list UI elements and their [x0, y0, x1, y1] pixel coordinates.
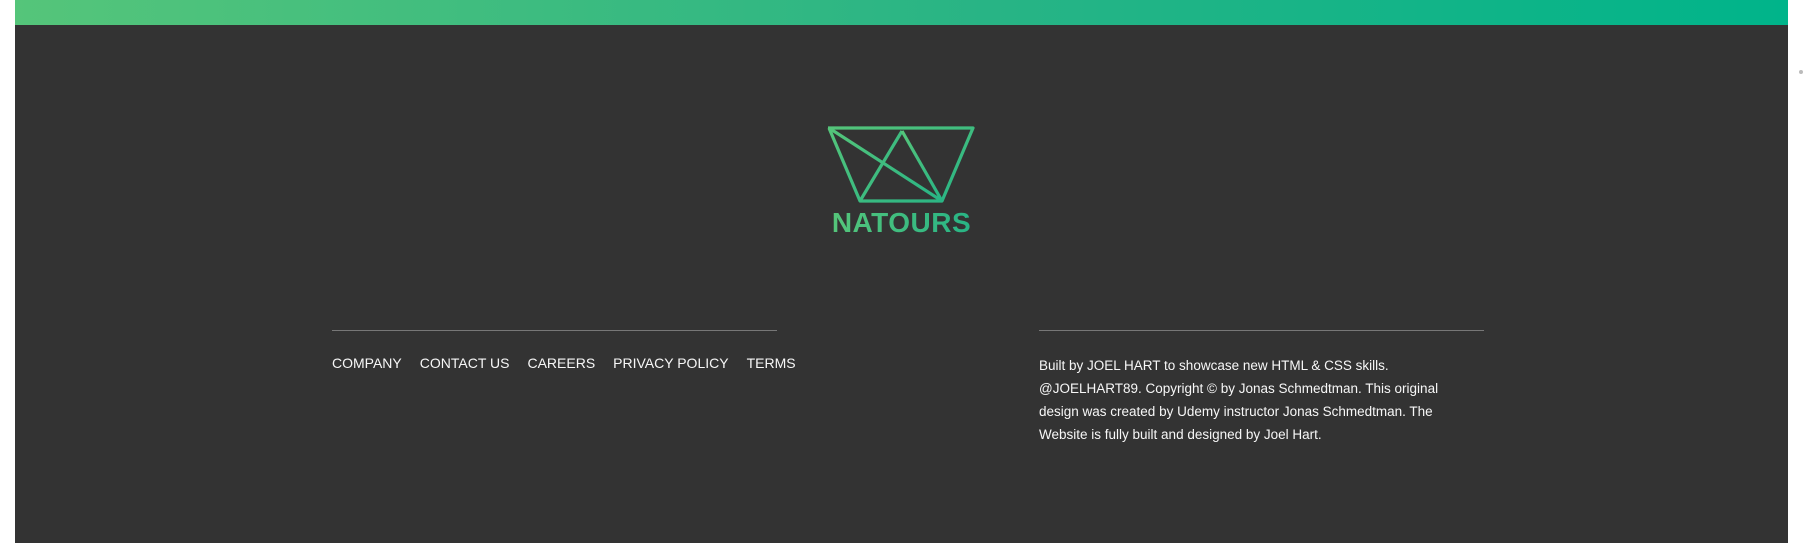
scrollbar-indicator — [1799, 70, 1803, 74]
nav-item-privacy-policy: PRIVACY POLICY — [613, 355, 728, 373]
crown-icon — [827, 126, 975, 203]
nav-item-company: COMPANY — [332, 355, 402, 373]
footer-logo: NATOURS — [15, 125, 1788, 239]
nav-list: COMPANY CONTACT US CAREERS PRIVACY POLIC… — [332, 331, 796, 373]
footer-navigation: COMPANY CONTACT US CAREERS PRIVACY POLIC… — [332, 330, 796, 373]
brand-name: NATOURS — [831, 207, 972, 238]
copyright-text: Built by JOEL HART to showcase new HTML … — [1039, 358, 1439, 442]
nav-item-contact-us: CONTACT US — [420, 355, 510, 373]
nav-link-company[interactable]: COMPANY — [332, 355, 402, 371]
nav-link-privacy-policy[interactable]: PRIVACY POLICY — [613, 355, 728, 371]
nav-item-careers: CAREERS — [527, 355, 595, 373]
footer: NATOURS COMPANY CONTACT US CAREERS PRIVA… — [15, 25, 1788, 543]
nav-link-careers[interactable]: CAREERS — [527, 355, 595, 371]
gradient-banner — [15, 0, 1788, 25]
footer-copyright-section: Built by JOEL HART to showcase new HTML … — [1039, 330, 1484, 446]
nav-link-contact-us[interactable]: CONTACT US — [420, 355, 510, 371]
nav-item-terms: TERMS — [747, 355, 796, 373]
page: NATOURS COMPANY CONTACT US CAREERS PRIVA… — [0, 0, 1807, 557]
nav-link-terms[interactable]: TERMS — [747, 355, 796, 371]
